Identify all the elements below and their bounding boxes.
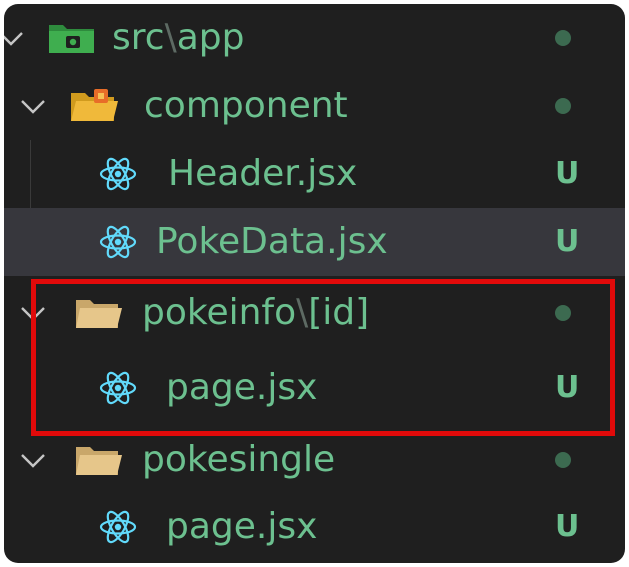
tree-item-pokeinfo-id[interactable]: pokeinfo\[id] xyxy=(4,279,625,347)
untracked-status: U xyxy=(555,370,580,405)
modified-dot-icon xyxy=(555,305,571,321)
untracked-status: U xyxy=(555,156,580,191)
tree-item-label: page.jsx xyxy=(166,506,318,547)
file-explorer: src\app component Header.jsx U PokeData.… xyxy=(4,4,625,563)
react-icon xyxy=(98,509,138,545)
untracked-status: U xyxy=(555,509,580,544)
modified-dot-icon xyxy=(555,98,571,114)
react-icon xyxy=(98,156,138,192)
tree-item-label: src\app xyxy=(112,17,245,58)
react-icon xyxy=(98,224,138,260)
tree-item-label: PokeData.jsx xyxy=(156,221,388,262)
chevron-down-icon[interactable] xyxy=(18,91,48,121)
tree-item-label: pokeinfo\[id] xyxy=(142,292,370,333)
tree-item-label: page.jsx xyxy=(166,367,318,408)
tree-item-page-jsx[interactable]: page.jsx U xyxy=(4,493,625,561)
chevron-down-icon[interactable] xyxy=(18,445,48,475)
tree-item-page-jsx[interactable]: page.jsx U xyxy=(4,354,625,422)
tree-item-label: Header.jsx xyxy=(168,153,358,194)
folder-src-open-icon xyxy=(46,19,98,57)
folder-open-icon xyxy=(74,296,124,330)
modified-dot-icon xyxy=(555,452,571,468)
tree-item-pokedata-jsx[interactable]: PokeData.jsx U xyxy=(4,208,625,276)
react-icon xyxy=(98,370,138,406)
folder-open-icon xyxy=(74,443,124,477)
tree-item-header-jsx[interactable]: Header.jsx U xyxy=(4,140,625,208)
tree-item-src-app[interactable]: src\app xyxy=(4,4,625,72)
modified-dot-icon xyxy=(555,30,571,46)
folder-component-open-icon xyxy=(68,87,120,125)
tree-item-component[interactable]: component xyxy=(4,72,625,140)
chevron-down-icon[interactable] xyxy=(4,23,26,53)
tree-item-label: pokesingle xyxy=(142,439,336,480)
tree-item-label: component xyxy=(144,85,348,126)
chevron-down-icon[interactable] xyxy=(18,298,48,328)
tree-item-pokesingle[interactable]: pokesingle xyxy=(4,426,625,494)
untracked-status: U xyxy=(555,224,580,259)
